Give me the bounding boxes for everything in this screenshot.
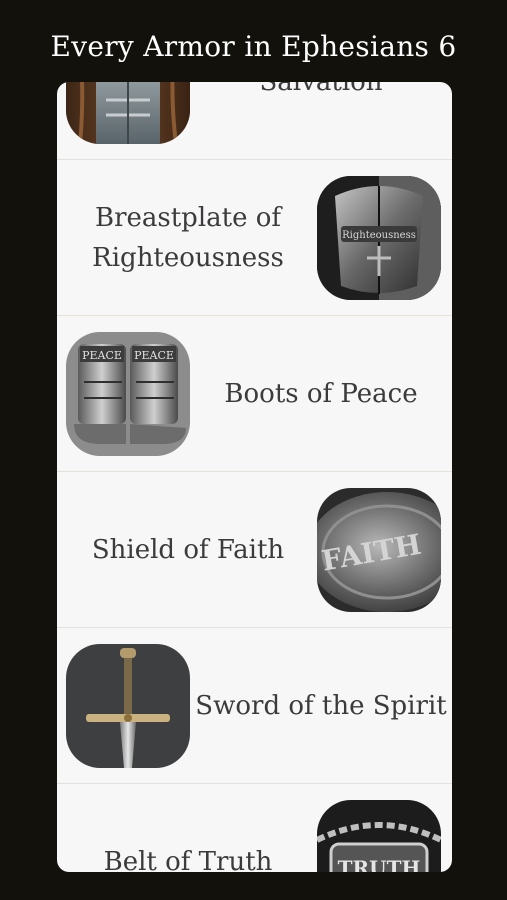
belt-icon: TRUTH	[317, 800, 441, 872]
breastplate-engraving: Righteousness	[342, 230, 416, 241]
list-item-label: Belt of Truth	[103, 847, 273, 872]
list-item-label: Salvation	[259, 82, 383, 97]
armor-list-card[interactable]: Salvation Breastplate of Righteousness R…	[57, 82, 452, 872]
boots-icon: PEACE PEACE	[66, 332, 190, 456]
list-item-salvation[interactable]: Salvation	[57, 82, 452, 160]
list-item-label: Shield of Faith	[91, 535, 285, 565]
list-item-label: Breastplate of Righteousness	[92, 203, 284, 273]
list-item-sword[interactable]: Sword of the Spirit	[57, 628, 452, 784]
shield-icon: FAITH	[317, 488, 441, 612]
breastplate-icon: Righteousness	[317, 176, 441, 300]
armor-list: Salvation Breastplate of Righteousness R…	[57, 82, 452, 872]
boots-engraving-left: PEACE	[82, 349, 122, 362]
belt-engraving: TRUTH	[338, 856, 421, 872]
list-item-label: Boots of Peace	[224, 379, 418, 409]
page-title: Every Armor in Ephesians 6	[50, 30, 457, 63]
list-item-belt[interactable]: Belt of Truth TRUTH	[57, 784, 452, 872]
boots-engraving-right: PEACE	[134, 349, 174, 362]
list-item-breastplate[interactable]: Breastplate of Righteousness Righteousne…	[57, 160, 452, 316]
sword-icon	[66, 644, 190, 768]
helmet-icon	[66, 82, 190, 144]
list-item-boots[interactable]: PEACE PEACE Boots of Peace	[57, 316, 452, 472]
list-item-shield[interactable]: Shield of Faith FAITH	[57, 472, 452, 628]
list-item-label: Sword of the Spirit	[195, 691, 447, 721]
